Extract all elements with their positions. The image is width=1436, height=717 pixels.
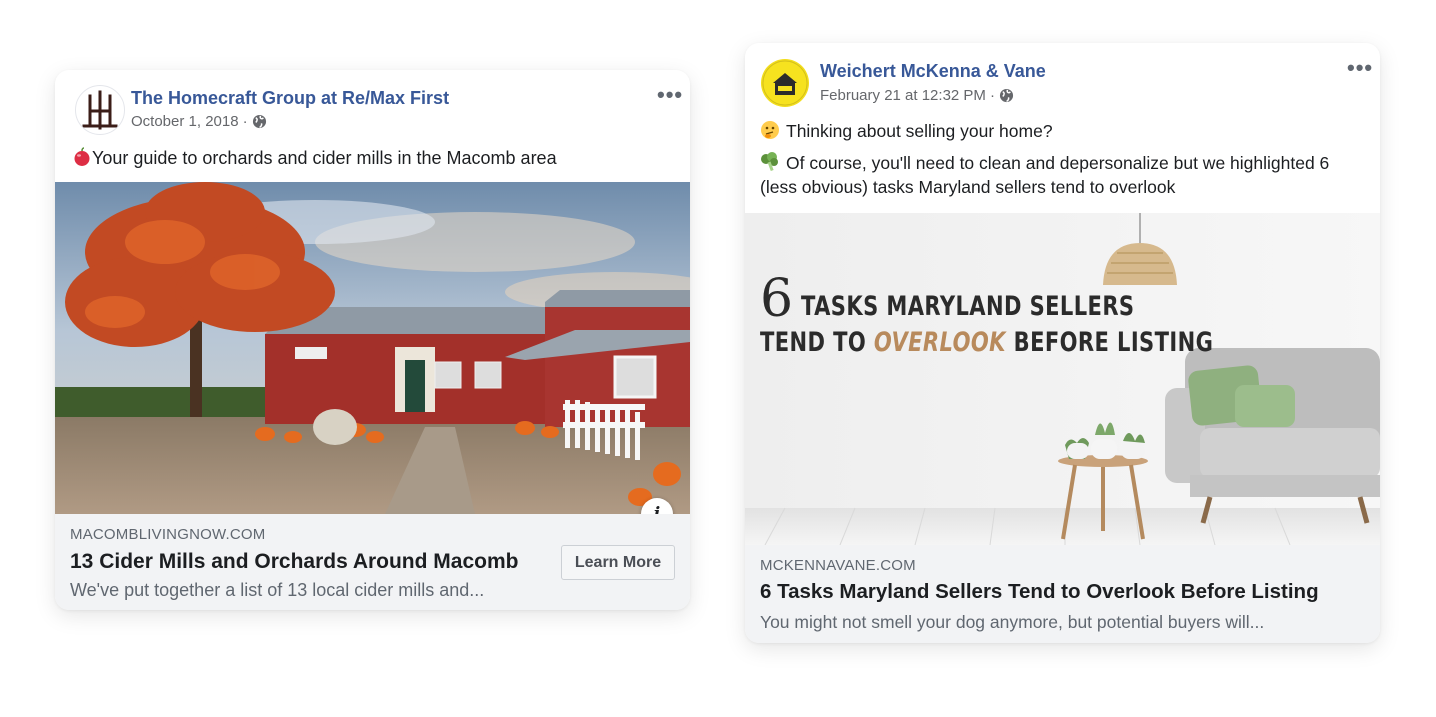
link-preview-footer[interactable]: MACOMBLIVINGNOW.COM 13 Cider Mills and O… <box>55 514 690 610</box>
page-avatar-weichert[interactable] <box>761 59 809 107</box>
post-text-line-2-body: Of course, you'll need to clean and depe… <box>760 153 1330 197</box>
image-headline-text-2a: TEND TO <box>760 327 867 358</box>
image-headline-text-2: TEND TO OVERLOOK BEFORE LISTING <box>760 327 1213 358</box>
post-text-line-1-body: Thinking about selling your home? <box>786 121 1053 141</box>
post-text: Your guide to orchards and cider mills i… <box>72 146 557 170</box>
more-options-button[interactable]: ••• <box>1347 57 1373 79</box>
learn-more-button[interactable]: Learn More <box>561 545 675 580</box>
thinking-face-icon <box>761 121 779 140</box>
link-description: We've put together a list of 13 local ci… <box>70 580 485 600</box>
page-avatar-homecraft[interactable] <box>75 85 125 135</box>
image-headline-line-2: TEND TO OVERLOOK BEFORE LISTING <box>760 327 1341 358</box>
more-options-button[interactable]: ••• <box>657 84 683 106</box>
post-meta: February 21 at 12:32 PM · <box>820 87 1014 104</box>
image-headline-text-1: TASKS MARYLAND SELLERS <box>801 291 1135 322</box>
post-date[interactable]: February 21 at 12:32 PM <box>820 87 986 104</box>
globe-icon <box>999 88 1013 103</box>
page-name[interactable]: The Homecraft Group at Re/Max First <box>131 88 449 109</box>
link-headline[interactable]: 13 Cider Mills and Orchards Around Macom… <box>70 550 518 574</box>
apple-icon <box>74 147 90 167</box>
post-image-tasks[interactable]: 6 TASKS MARYLAND SELLERS TEND TO OVERLOO… <box>745 213 1380 545</box>
link-domain: MCKENNAVANE.COM <box>760 557 916 574</box>
link-headline[interactable]: 6 Tasks Maryland Sellers Tend to Overloo… <box>760 580 1319 604</box>
barn-photo <box>55 182 690 514</box>
post-card-homecraft: The Homecraft Group at Re/Max First Octo… <box>55 70 690 610</box>
post-date[interactable]: October 1, 2018 <box>131 113 239 130</box>
image-headline-highlight: OVERLOOK <box>873 327 1006 358</box>
post-text-line-1: Thinking about selling your home? <box>760 119 1053 143</box>
post-card-weichert: Weichert McKenna & Vane February 21 at 1… <box>745 43 1380 643</box>
link-description: You might not smell your dog anymore, bu… <box>760 612 1265 632</box>
post-meta: October 1, 2018 · <box>131 113 267 130</box>
homecraft-logo-icon <box>82 90 118 130</box>
page-name[interactable]: Weichert McKenna & Vane <box>820 61 1046 82</box>
image-headline-text-2b: BEFORE LISTING <box>1013 327 1214 358</box>
image-headline-number: 6 <box>760 269 794 329</box>
broccoli-icon <box>761 152 778 172</box>
post-text-line-2: Of course, you'll need to clean and depe… <box>760 151 1360 199</box>
post-image-cider-mill[interactable]: i <box>55 182 690 514</box>
meta-separator: · <box>242 113 248 130</box>
meta-separator: · <box>989 87 995 104</box>
link-domain: MACOMBLIVINGNOW.COM <box>70 526 266 543</box>
living-room-illustration <box>745 213 1380 545</box>
weichert-logo-icon <box>762 60 808 106</box>
image-headline-line-1: 6 TASKS MARYLAND SELLERS <box>760 273 1341 325</box>
link-preview-footer[interactable]: MCKENNAVANE.COM 6 Tasks Maryland Sellers… <box>745 545 1380 643</box>
post-text-body: Your guide to orchards and cider mills i… <box>92 148 557 168</box>
image-headline: 6 TASKS MARYLAND SELLERS TEND TO OVERLOO… <box>760 273 1341 358</box>
globe-icon <box>252 114 266 129</box>
